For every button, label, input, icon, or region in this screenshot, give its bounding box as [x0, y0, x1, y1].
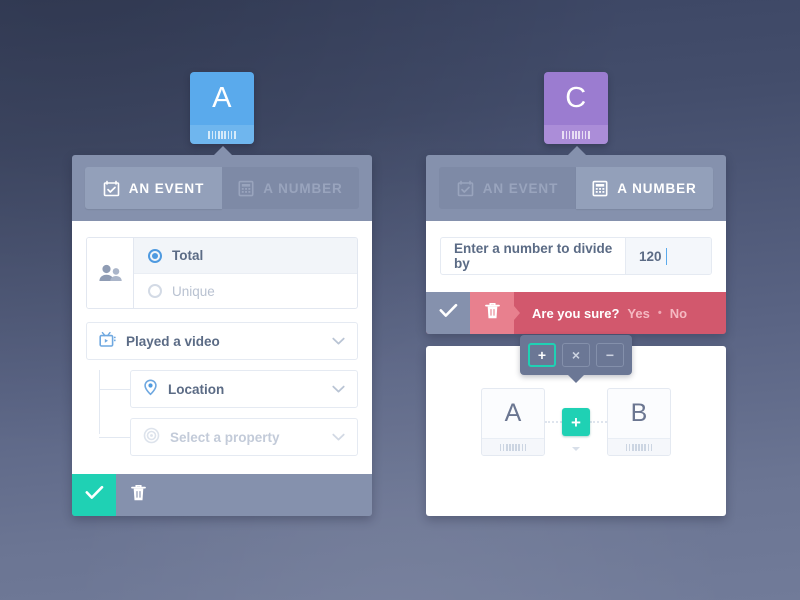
- property-select-location-label: Location: [168, 381, 225, 397]
- tab-a-number-label: A NUMBER: [617, 180, 697, 196]
- calendar-check-icon: [103, 180, 120, 197]
- operator-plus-symbol: +: [537, 347, 547, 363]
- tile-c-letter: C: [544, 72, 608, 125]
- divide-by-row: Enter a number to divide by 120: [440, 237, 712, 275]
- trash-icon: [130, 484, 146, 507]
- operand-tile-b-drag-handle[interactable]: [608, 438, 670, 455]
- canvas: A C AN EVENT A NUMBER Total Unique Playe…: [0, 0, 800, 600]
- calculator-icon: [238, 180, 254, 197]
- map-pin-icon: [143, 379, 158, 399]
- grip-lines-icon: [499, 443, 527, 451]
- operand-tile-a[interactable]: A: [481, 388, 545, 456]
- people-icon: [87, 238, 134, 308]
- grip-lines-icon: [625, 443, 653, 451]
- check-icon: [439, 303, 458, 323]
- operator-badge[interactable]: +: [562, 408, 590, 436]
- operand-tile-a-drag-handle[interactable]: [482, 438, 544, 455]
- tile-a[interactable]: A: [190, 72, 254, 144]
- left-card-footer: [72, 474, 372, 516]
- divide-by-input[interactable]: 120: [625, 238, 711, 274]
- tab-an-event-label: AN EVENT: [128, 180, 205, 196]
- video-icon: [99, 331, 116, 351]
- grip-lines-icon: [208, 130, 236, 139]
- divide-by-label: Enter a number to divide by: [454, 241, 613, 271]
- delete-button[interactable]: [470, 292, 514, 334]
- operator-minus-symbol: −: [605, 347, 615, 363]
- tab-a-number[interactable]: A NUMBER: [576, 167, 713, 209]
- event-builder-card: AN EVENT A NUMBER Total Unique Played a …: [72, 146, 372, 516]
- operand-tile-b-letter: B: [630, 399, 648, 427]
- operator-badge-symbol: +: [571, 412, 581, 432]
- event-select[interactable]: Played a video: [86, 322, 358, 360]
- event-select-label: Played a video: [126, 333, 220, 349]
- confirm-no-button[interactable]: No: [670, 306, 687, 321]
- calculator-icon: [592, 180, 608, 197]
- confirm-question: Are you sure?: [532, 305, 620, 321]
- chevron-down-icon: [332, 433, 345, 442]
- audience-options: Total Unique: [134, 238, 357, 308]
- calendar-check-icon: [457, 180, 474, 197]
- connector-dash-left: [545, 421, 562, 423]
- confirm-button[interactable]: [72, 474, 116, 516]
- right-card-tabbar: AN EVENT A NUMBER: [426, 155, 726, 221]
- radio-option-unique[interactable]: Unique: [134, 273, 357, 308]
- filter-row-empty: Select a property: [99, 418, 358, 456]
- check-icon: [85, 485, 104, 505]
- number-builder-card: AN EVENT A NUMBER Enter a number to divi…: [426, 146, 726, 334]
- tab-an-event-label: AN EVENT: [482, 180, 559, 196]
- property-select-empty[interactable]: Select a property: [130, 418, 358, 456]
- operator-plus-button[interactable]: +: [528, 343, 556, 367]
- operator-minus-button[interactable]: −: [596, 343, 624, 367]
- operator-popover: + × −: [520, 335, 632, 375]
- chevron-down-icon: [332, 385, 345, 394]
- left-card-tabbar: AN EVENT A NUMBER: [72, 155, 372, 221]
- radio-icon: [148, 248, 162, 263]
- tile-c[interactable]: C: [544, 72, 608, 144]
- property-select-location[interactable]: Location: [130, 370, 358, 408]
- confirm-button[interactable]: [426, 292, 470, 334]
- trash-icon: [484, 302, 500, 325]
- divide-by-value: 120: [639, 248, 662, 264]
- tile-a-letter: A: [190, 72, 254, 125]
- tab-a-number[interactable]: A NUMBER: [222, 167, 359, 209]
- radio-icon: [148, 284, 162, 298]
- operand-tile-a-letter: A: [504, 399, 522, 427]
- filter-row-location: Location: [99, 370, 358, 408]
- right-card-footer: Are you sure? Yes • No: [426, 292, 726, 334]
- delete-button[interactable]: [116, 474, 160, 516]
- tab-an-event[interactable]: AN EVENT: [439, 167, 576, 209]
- radio-option-unique-label: Unique: [172, 283, 215, 299]
- number-builder-body: Enter a number to divide by 120: [426, 221, 726, 292]
- radio-option-total[interactable]: Total: [134, 238, 357, 273]
- chevron-down-icon: [332, 337, 345, 346]
- grip-lines-icon: [562, 130, 590, 139]
- property-filter-tree: Location Select a property: [86, 370, 358, 456]
- tile-c-drag-handle[interactable]: [544, 125, 608, 144]
- confirm-separator: •: [657, 307, 662, 319]
- formula-stage: A + × − + B: [426, 335, 726, 456]
- text-caret: [665, 247, 667, 265]
- audience-selector: Total Unique: [86, 237, 358, 309]
- operator-multiply-button[interactable]: ×: [562, 343, 590, 367]
- operator-slot: + × − +: [520, 335, 632, 456]
- operand-tile-b[interactable]: B: [607, 388, 671, 456]
- tab-an-event[interactable]: AN EVENT: [85, 167, 222, 209]
- operator-multiply-symbol: ×: [571, 347, 581, 363]
- target-icon: [143, 427, 160, 447]
- connector-dash-right: [590, 421, 607, 423]
- operator-spinner-down-icon[interactable]: [572, 447, 580, 451]
- delete-confirmation: Are you sure? Yes • No: [520, 292, 726, 334]
- radio-option-total-label: Total: [172, 248, 204, 263]
- event-builder-body: Total Unique Played a video Location Sel…: [72, 221, 372, 474]
- tile-a-drag-handle[interactable]: [190, 125, 254, 144]
- tab-a-number-label: A NUMBER: [263, 180, 343, 196]
- formula-card: A + × − + B: [426, 335, 726, 516]
- property-select-empty-label: Select a property: [170, 429, 280, 445]
- confirm-yes-button[interactable]: Yes: [627, 306, 649, 321]
